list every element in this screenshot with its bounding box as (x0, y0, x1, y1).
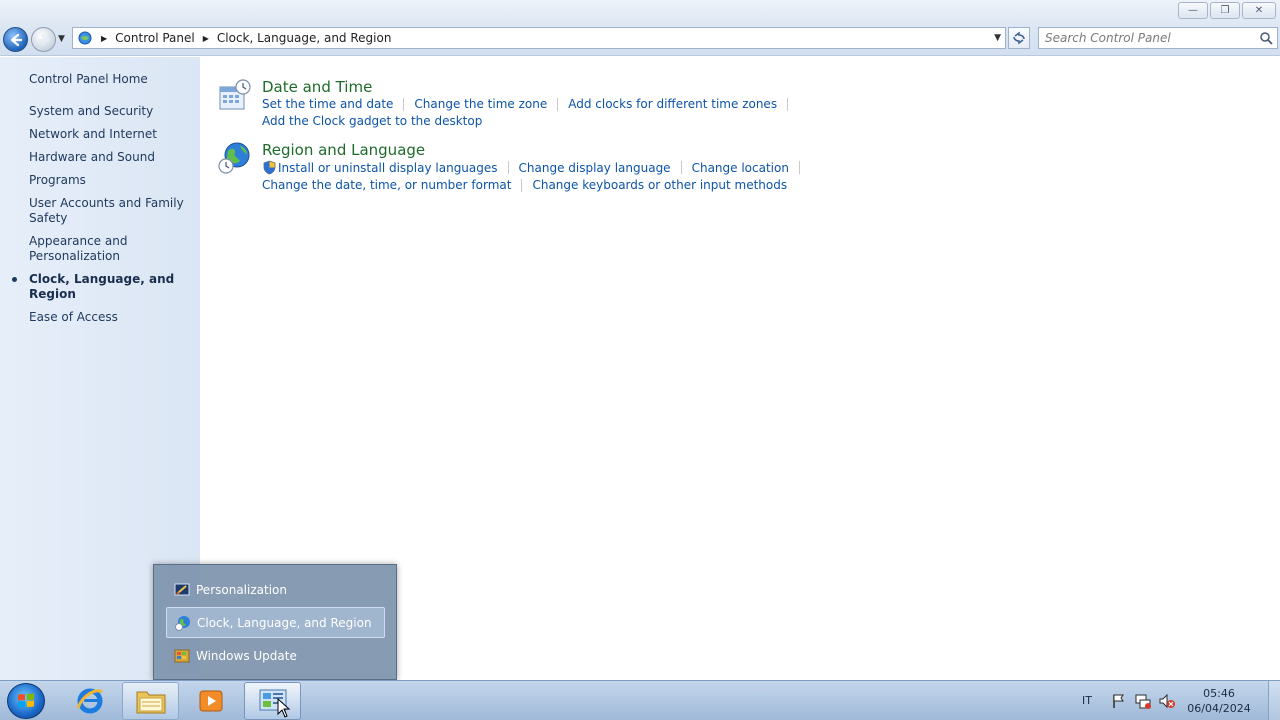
sidebar-item-programs[interactable]: Programs (29, 173, 199, 188)
control-panel-home-link[interactable]: Control Panel Home (29, 72, 148, 86)
system-clock[interactable]: 05:46 06/04/2024 (1184, 686, 1254, 716)
change-date-time-format-link[interactable]: Change the date, time, or number format (262, 178, 511, 192)
change-keyboards-link[interactable]: Change keyboards or other input methods (532, 178, 787, 192)
search-box (1038, 27, 1278, 49)
category-region-language: Region and Language Install or uninstall… (218, 141, 800, 195)
sidebar-item-user-accounts[interactable]: User Accounts and Family Safety (29, 196, 199, 226)
search-input[interactable] (1039, 28, 1249, 48)
jump-list-item-personalization[interactable]: Personalization (166, 574, 385, 605)
taskbar-media-player[interactable] (182, 682, 239, 720)
notification-area: IT 05:46 06/04/2024 (1082, 681, 1280, 720)
jump-list-label: Clock, Language, and Region (197, 615, 372, 630)
task-divider (557, 97, 559, 111)
jump-list-label: Windows Update (196, 648, 297, 663)
change-display-language-link[interactable]: Change display language (519, 161, 671, 175)
minimize-icon: — (1188, 4, 1198, 16)
navigation-bar: ▼ ▶ Control Panel ▶ Clock, Language, and… (0, 22, 1280, 56)
action-center-flag-icon[interactable] (1110, 692, 1128, 710)
region-language-task-row-2: Change the date, time, or number format … (262, 178, 787, 192)
taskbar: IT 05:46 06/04/2024 (0, 680, 1280, 720)
show-desktop-button[interactable] (1268, 681, 1280, 720)
folder-icon (136, 691, 165, 714)
close-icon: ✕ (1254, 4, 1264, 16)
install-display-languages-link[interactable]: Install or uninstall display languages (278, 161, 498, 175)
add-clock-gadget-link[interactable]: Add the Clock gadget to the desktop (262, 114, 482, 128)
jump-list-label: Personalization (196, 582, 287, 597)
taskbar-jump-list: Personalization Clock, Language, and Reg… (153, 564, 397, 680)
region-language-title-link[interactable]: Region and Language (262, 141, 425, 159)
taskbar-control-panel[interactable] (244, 682, 301, 720)
breadcrumb-clock-language-region[interactable]: Clock, Language, and Region (217, 31, 392, 45)
sidebar-item-network-internet[interactable]: Network and Internet (29, 127, 199, 142)
taskbar-windows-explorer[interactable] (122, 682, 179, 720)
address-bar[interactable]: ▶ Control Panel ▶ Clock, Language, and R… (72, 27, 1006, 49)
task-divider (507, 161, 509, 174)
breadcrumb-separator[interactable]: ▶ (101, 34, 107, 43)
network-icon[interactable] (1134, 692, 1152, 710)
add-clocks-link[interactable]: Add clocks for different time zones (568, 97, 777, 111)
control-panel-icon (78, 31, 92, 45)
sidebar-item-clock-language-region: Clock, Language, and Region (12, 272, 199, 302)
taskbar-internet-explorer[interactable] (61, 682, 118, 720)
back-button[interactable] (3, 27, 28, 52)
category-date-time: Date and Time Set the time and date Chan… (218, 78, 789, 128)
task-divider (680, 161, 682, 174)
windows-logo-icon (18, 693, 34, 708)
start-button[interactable] (7, 683, 45, 719)
mouse-cursor-icon (277, 698, 291, 718)
back-arrow-icon (10, 33, 22, 46)
recent-pages-dropdown[interactable]: ▼ (58, 34, 65, 44)
windows-update-icon (174, 649, 190, 662)
personalization-icon (174, 583, 190, 595)
date-time-task-row-1: Set the time and date Change the time zo… (262, 97, 798, 111)
date-time-icon (219, 79, 251, 110)
sidebar-item-hardware-sound[interactable]: Hardware and Sound (29, 150, 199, 165)
forward-arrow-icon (37, 33, 49, 46)
set-time-date-link[interactable]: Set the time and date (262, 97, 393, 111)
sidebar-item-system-security[interactable]: System and Security (29, 104, 199, 119)
clock-language-region-icon (175, 615, 190, 631)
sidebar-item-ease-of-access[interactable]: Ease of Access (29, 310, 199, 325)
task-divider (521, 178, 523, 192)
change-time-zone-link[interactable]: Change the time zone (414, 97, 547, 111)
uac-shield-icon (263, 160, 276, 175)
task-divider (798, 161, 800, 174)
breadcrumb-separator[interactable]: ▶ (203, 34, 209, 43)
window-controls: — ❐ ✕ (1178, 2, 1276, 19)
region-language-icon (218, 142, 250, 174)
media-player-icon (199, 690, 222, 712)
input-language-indicator[interactable]: IT (1082, 694, 1092, 707)
search-icon[interactable] (1259, 31, 1273, 45)
close-button[interactable]: ✕ (1242, 2, 1276, 19)
date-time-task-row-2: Add the Clock gadget to the desktop (262, 114, 482, 128)
forward-button[interactable] (31, 27, 56, 52)
sidebar-item-appearance[interactable]: Appearance and Personalization (29, 234, 199, 264)
refresh-icon (1013, 31, 1025, 45)
task-divider (787, 97, 789, 111)
refresh-button[interactable] (1008, 27, 1030, 49)
jump-list-item-windows-update[interactable]: Windows Update (166, 640, 385, 671)
minimize-button[interactable]: — (1178, 2, 1208, 19)
clock-date: 06/04/2024 (1187, 701, 1251, 715)
title-bar: — ❐ ✕ (0, 0, 1280, 22)
category-list: System and Security Network and Internet… (12, 104, 199, 333)
task-divider (403, 97, 405, 111)
volume-muted-icon[interactable] (1158, 692, 1176, 710)
change-location-link[interactable]: Change location (692, 161, 789, 175)
restore-button[interactable]: ❐ (1210, 2, 1240, 19)
region-language-task-row-1: Install or uninstall display languages C… (262, 160, 810, 175)
date-time-title-link[interactable]: Date and Time (262, 78, 372, 96)
jump-list-item-clock-language-region[interactable]: Clock, Language, and Region (166, 607, 385, 638)
internet-explorer-icon (76, 688, 103, 714)
restore-icon: ❐ (1220, 4, 1230, 16)
address-dropdown-icon[interactable]: ▼ (994, 33, 1001, 43)
breadcrumb-control-panel[interactable]: Control Panel (115, 31, 195, 45)
clock-time: 05:46 (1203, 686, 1235, 700)
